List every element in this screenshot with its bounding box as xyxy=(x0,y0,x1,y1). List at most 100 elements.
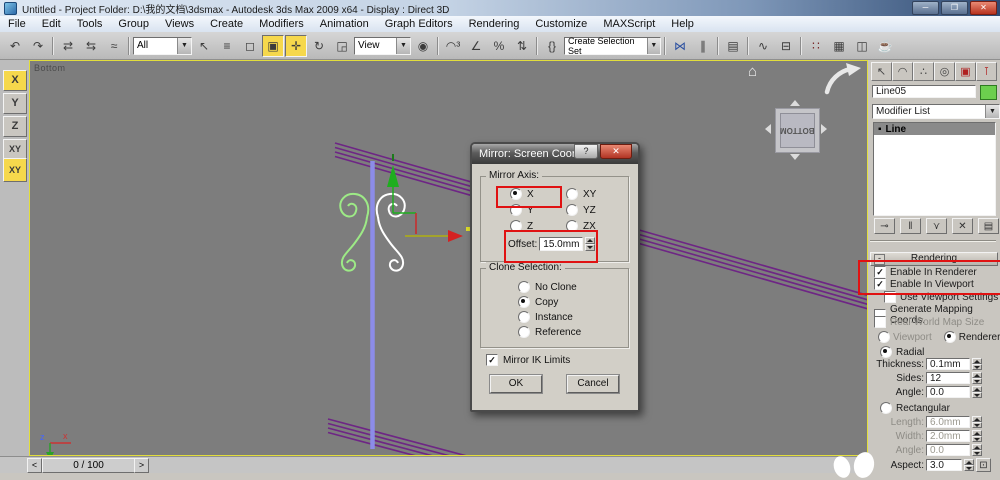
radio-icon[interactable] xyxy=(510,188,522,200)
radio-icon[interactable] xyxy=(518,296,530,308)
viewport-bottom[interactable]: z x Bottom ⌂ BOTTOM xyxy=(29,60,868,456)
radio-instance[interactable]: Instance xyxy=(518,311,573,323)
enable-in-viewport-checkbox[interactable]: ✓ Enable In Viewport xyxy=(874,278,974,290)
undo-icon[interactable]: ↶ xyxy=(4,35,26,57)
checkbox-icon[interactable]: ✓ xyxy=(486,354,498,366)
menu-tools[interactable]: Tools xyxy=(69,18,111,30)
dialog-close-button[interactable]: ✕ xyxy=(600,144,632,159)
menu-animation[interactable]: Animation xyxy=(312,18,377,30)
thickness-spinner[interactable] xyxy=(972,358,982,370)
radio-icon[interactable] xyxy=(943,331,956,343)
angle-spinner[interactable] xyxy=(972,386,982,398)
angle-input[interactable]: 0.0 xyxy=(926,386,970,398)
radio-axis-z[interactable]: Z xyxy=(510,220,533,232)
tab-create-icon[interactable]: ↖ xyxy=(871,62,892,81)
thickness-input[interactable]: 0.1mm xyxy=(926,358,970,370)
select-and-move-icon[interactable]: ✛ xyxy=(285,34,307,57)
close-button[interactable]: ✕ xyxy=(970,1,997,15)
object-name-input[interactable]: Line05 xyxy=(872,85,976,98)
show-end-result-icon[interactable]: ‖ xyxy=(900,218,921,234)
rendering-rollout-header[interactable]: - Rendering xyxy=(870,252,998,266)
checkbox-icon[interactable]: ✓ xyxy=(874,266,886,278)
enable-in-renderer-checkbox[interactable]: ✓ Enable In Renderer xyxy=(874,266,977,278)
menu-edit[interactable]: Edit xyxy=(34,18,69,30)
modifier-stack-item-line[interactable]: ▪ Line xyxy=(874,123,995,135)
menu-views[interactable]: Views xyxy=(157,18,202,30)
sides-input[interactable]: 12 xyxy=(926,372,970,384)
schematic-view-icon[interactable]: ⊟ xyxy=(775,35,797,57)
remove-modifier-icon[interactable]: ✕ xyxy=(952,218,973,234)
menu-group[interactable]: Group xyxy=(110,18,157,30)
radio-copy[interactable]: Copy xyxy=(518,296,558,308)
checkbox-icon[interactable]: ✓ xyxy=(874,278,886,290)
modifier-list-dropdown[interactable]: Modifier List ▼ xyxy=(872,104,1000,119)
mirror-dialog-titlebar[interactable]: Mirror: Screen Coor... ? ✕ xyxy=(472,144,638,164)
sides-spinner[interactable] xyxy=(972,372,982,384)
radio-icon[interactable] xyxy=(566,220,578,232)
selection-filter-dropdown[interactable]: All ▼ xyxy=(133,36,192,55)
axis-constraint-y-button[interactable]: Y xyxy=(3,93,27,114)
radio-icon[interactable] xyxy=(566,204,578,216)
select-and-scale-icon[interactable]: ◲ xyxy=(331,35,353,57)
material-editor-icon[interactable]: ∷ xyxy=(805,35,827,57)
radio-axis-x[interactable]: X xyxy=(510,188,534,200)
mirror-ik-limits-checkbox[interactable]: ✓ Mirror IK Limits xyxy=(486,354,570,366)
offset-spinner[interactable] xyxy=(585,237,596,251)
radio-icon[interactable] xyxy=(510,220,522,232)
viewcube-arrow-down-icon[interactable] xyxy=(790,154,800,160)
radio-no-clone[interactable]: No Clone xyxy=(518,281,577,293)
radio-axis-zx[interactable]: ZX xyxy=(566,220,596,232)
layer-manager-icon[interactable]: ▤ xyxy=(722,35,744,57)
viewcube-arrow-right-icon[interactable] xyxy=(821,124,827,134)
align-icon[interactable]: ∥ xyxy=(692,35,714,57)
menu-customize[interactable]: Customize xyxy=(527,18,595,30)
collapse-icon[interactable]: - xyxy=(874,254,885,265)
spinner-snap-icon[interactable]: ⇅ xyxy=(511,35,533,57)
ok-button[interactable]: OK xyxy=(490,375,542,393)
named-selection-sets-icon[interactable]: {} xyxy=(541,35,563,57)
make-unique-icon[interactable]: ⋎ xyxy=(926,218,947,234)
radio-icon[interactable] xyxy=(518,311,530,323)
mirror-icon[interactable]: ⋈ xyxy=(669,35,691,57)
chevron-down-icon[interactable]: ▼ xyxy=(396,37,410,54)
maximize-button[interactable]: ❐ xyxy=(941,1,968,15)
radio-axis-xy[interactable]: XY xyxy=(566,188,596,200)
offset-input[interactable]: 15.0mm xyxy=(539,237,584,251)
pin-stack-icon[interactable]: ⊸ xyxy=(874,218,895,234)
select-object-icon[interactable]: ↖ xyxy=(193,35,215,57)
chevron-down-icon[interactable]: ▼ xyxy=(646,37,660,54)
bind-to-space-warp-icon[interactable]: ≈ xyxy=(103,35,125,57)
next-frame-button[interactable]: > xyxy=(134,458,149,473)
select-and-link-icon[interactable]: ⇄ xyxy=(57,35,79,57)
use-pivot-center-icon[interactable]: ◉ xyxy=(412,35,434,57)
radial-radio[interactable]: Radial xyxy=(880,346,924,358)
radio-axis-yz[interactable]: YZ xyxy=(566,204,596,216)
menu-file[interactable]: File xyxy=(0,18,34,30)
axis-constraint-x-button[interactable]: X xyxy=(3,70,27,91)
time-slider-handle[interactable]: 0 / 100 xyxy=(42,458,135,473)
angle-snap-icon[interactable]: ∠ xyxy=(465,35,487,57)
select-and-rotate-icon[interactable]: ↻ xyxy=(308,35,330,57)
chevron-down-icon[interactable]: ▼ xyxy=(177,37,191,54)
render-setup-icon[interactable]: ▦ xyxy=(828,35,850,57)
aspect-spinner[interactable] xyxy=(964,459,974,471)
radio-icon[interactable] xyxy=(510,204,522,216)
aspect-input[interactable]: 3.0 xyxy=(926,459,962,471)
radio-icon[interactable] xyxy=(518,281,530,293)
radio-icon[interactable] xyxy=(880,402,892,414)
viewcube[interactable]: BOTTOM xyxy=(775,108,820,153)
dialog-help-button[interactable]: ? xyxy=(574,144,598,159)
cancel-button[interactable]: Cancel xyxy=(567,375,619,393)
tab-motion-icon[interactable]: ◎ xyxy=(934,62,955,81)
viewcube-home-icon[interactable]: ⌂ xyxy=(748,63,757,80)
radio-axis-y[interactable]: Y xyxy=(510,204,534,216)
snaps-toggle-icon[interactable]: ◠³ xyxy=(442,35,464,57)
window-crossing-icon[interactable]: ▣ xyxy=(262,34,284,57)
radio-icon[interactable] xyxy=(566,188,578,200)
rendered-frame-window-icon[interactable]: ◫ xyxy=(851,35,873,57)
axis-constraint-xy-button[interactable]: XY xyxy=(3,139,27,160)
menu-modifiers[interactable]: Modifiers xyxy=(251,18,312,30)
configure-modifier-sets-icon[interactable]: ▤ xyxy=(978,218,999,234)
menu-maxscript[interactable]: MAXScript xyxy=(595,18,663,30)
radio-icon[interactable] xyxy=(880,346,892,358)
